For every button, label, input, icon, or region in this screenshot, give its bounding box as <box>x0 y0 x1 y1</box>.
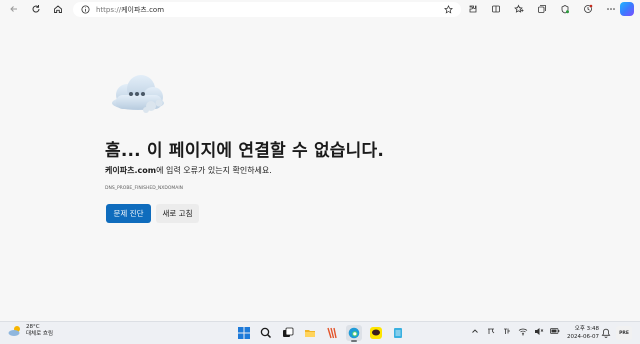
notepad-button[interactable] <box>390 325 406 341</box>
split-screen-icon[interactable] <box>489 2 503 16</box>
error-title: 흠... 이 페이지에 연결할 수 없습니다. <box>105 141 384 161</box>
weather-widget[interactable]: 28°C 대체로 흐림 <box>8 324 53 338</box>
wifi-icon[interactable] <box>518 326 528 336</box>
search-button[interactable] <box>258 325 274 341</box>
browser-essentials-icon[interactable] <box>558 2 572 16</box>
url-host: 케이파츠.com <box>121 5 165 14</box>
file-explorer-button[interactable] <box>302 325 318 341</box>
app-vivaldi-button[interactable] <box>324 325 340 341</box>
start-button[interactable] <box>236 325 252 341</box>
favorite-star-icon[interactable] <box>444 5 453 14</box>
notification-bell-icon[interactable] <box>601 328 611 338</box>
url-text[interactable]: https://케이파츠.com <box>96 5 164 15</box>
address-bar[interactable]: https://케이파츠.com <box>73 2 461 17</box>
windows-logo-icon <box>238 327 250 339</box>
colorful-app-icon <box>327 327 337 339</box>
task-view-icon <box>283 327 294 337</box>
task-view-button[interactable] <box>280 325 296 341</box>
battery-icon[interactable] <box>550 326 560 336</box>
home-icon[interactable] <box>51 2 65 16</box>
edge-icon <box>348 327 360 339</box>
korean-ime-icon[interactable] <box>502 326 512 336</box>
error-code: DNS_PROBE_FINISHED_NXDOMAIN <box>105 186 184 191</box>
weather-condition: 대체로 흐림 <box>26 331 54 337</box>
reload-button[interactable]: 새로 고침 <box>156 204 199 223</box>
history-icon[interactable] <box>581 2 595 16</box>
info-icon[interactable] <box>81 5 90 14</box>
clock-time: 오후 3:48 <box>574 326 599 332</box>
volume-icon[interactable] <box>534 326 544 336</box>
back-icon[interactable] <box>7 2 21 16</box>
pre-release-badge[interactable]: PRE <box>616 326 632 340</box>
kakaotalk-icon <box>370 327 382 339</box>
ime-icon[interactable] <box>486 326 496 336</box>
collections-icon[interactable] <box>535 2 549 16</box>
more-options-icon[interactable] <box>604 2 618 16</box>
error-description: 케이파츠.com에 입력 오류가 있는지 확인하세요. <box>105 165 272 176</box>
search-icon <box>260 327 272 339</box>
browser-toolbar: https://케이파츠.com <box>0 0 640 19</box>
extensions-icon[interactable] <box>466 2 480 16</box>
error-description-rest: 에 입력 오류가 있는지 확인하세요. <box>156 166 272 175</box>
url-protocol: https:// <box>96 5 122 14</box>
chevron-up-icon[interactable] <box>470 326 480 336</box>
clock-date: 2024-06-07 <box>567 334 599 340</box>
cloudy-weather-icon <box>8 326 20 336</box>
favorites-icon[interactable] <box>512 2 526 16</box>
edge-button[interactable] <box>346 325 362 342</box>
folder-icon <box>305 330 315 337</box>
copilot-icon[interactable] <box>620 2 634 16</box>
diagnose-button[interactable]: 문제 진단 <box>106 204 151 223</box>
kakaotalk-button[interactable] <box>368 325 384 341</box>
notepad-icon <box>394 328 402 338</box>
refresh-icon[interactable] <box>29 2 43 16</box>
cloud-icon <box>112 75 164 113</box>
taskbar: 28°C 대체로 흐림 오후 3:48 2024-06-07 PRE <box>0 321 640 344</box>
error-site: 케이파츠.com <box>105 166 157 175</box>
weather-temperature: 28°C <box>26 324 40 330</box>
clock[interactable]: 오후 3:48 2024-06-07 <box>565 325 599 341</box>
